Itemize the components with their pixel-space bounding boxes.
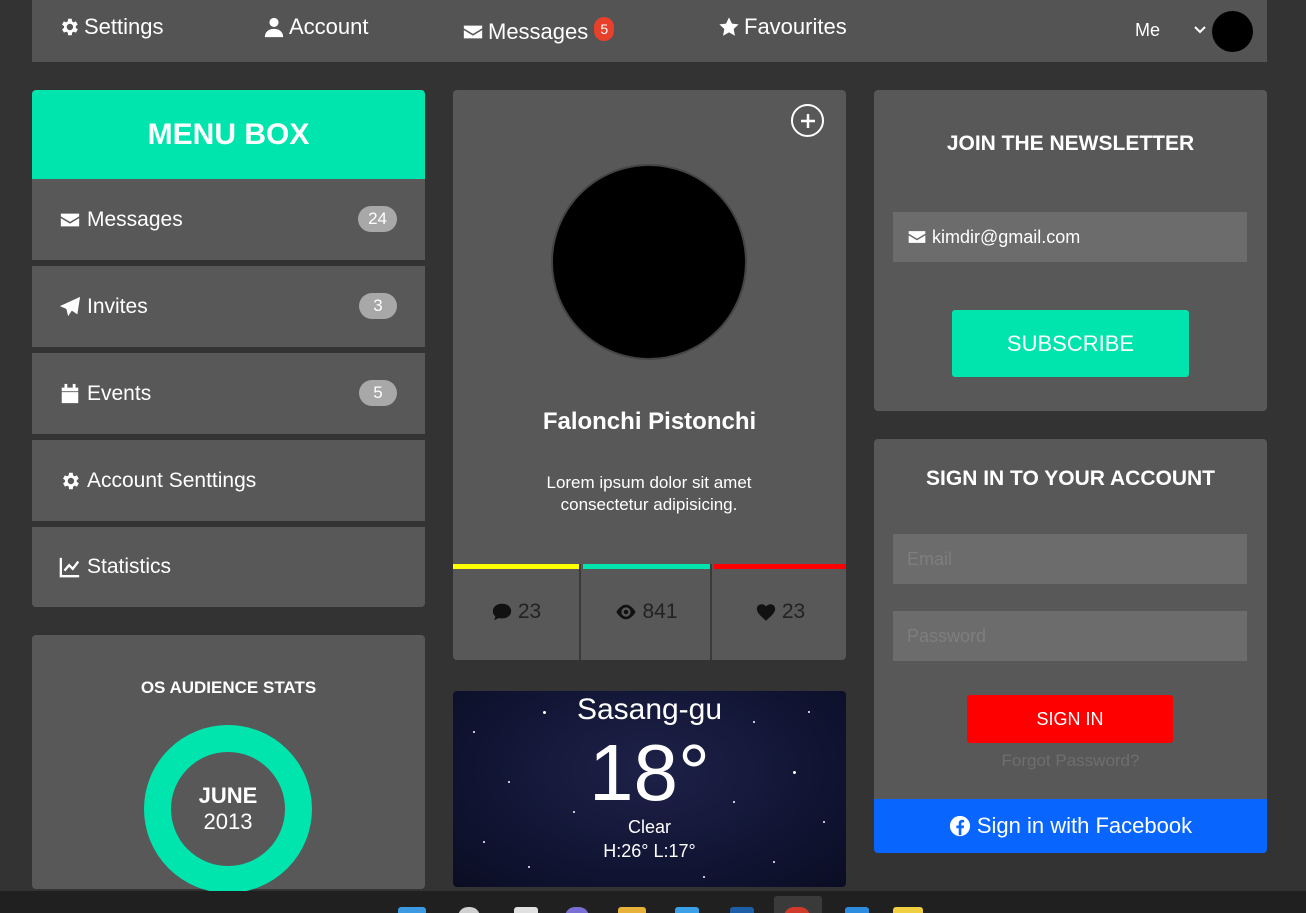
vscode-icon[interactable] xyxy=(845,907,869,913)
calendar-icon xyxy=(61,383,79,403)
store-icon[interactable] xyxy=(675,907,699,913)
profile-bio: Lorem ipsum dolor sit amet consectetur a… xyxy=(546,473,752,514)
start-icon[interactable] xyxy=(398,907,426,913)
nav-messages[interactable]: Messages 5 xyxy=(462,17,615,45)
sign-in-button[interactable]: SIGN IN xyxy=(967,695,1173,743)
eye-icon xyxy=(616,604,637,620)
app-icon[interactable] xyxy=(730,907,754,913)
sign-in-title: SIGN IN TO YOUR ACCOUNT xyxy=(926,467,1215,490)
nav-settings[interactable]: Settings xyxy=(58,14,164,40)
messages-badge: 5 xyxy=(594,17,615,41)
comments-stat[interactable]: 23 xyxy=(453,564,581,660)
top-nav: Settings Account Messages 5 Favourites M… xyxy=(32,0,1267,62)
facebook-sign-in-button[interactable]: Sign in with Facebook xyxy=(874,799,1267,853)
donut-chart: JUNE 2013 xyxy=(144,725,312,893)
likes-stat[interactable]: 23 xyxy=(714,564,846,660)
menu-item-events[interactable]: Events 5 xyxy=(32,353,425,434)
search-icon[interactable] xyxy=(458,907,480,913)
gear-icon xyxy=(62,18,78,36)
stats-title: OS AUDIENCE STATS xyxy=(140,678,317,697)
chat-icon[interactable] xyxy=(565,907,589,913)
nav-account-label: Account xyxy=(289,14,369,39)
nav-account[interactable]: Account xyxy=(263,14,369,40)
yellow-bar xyxy=(453,564,579,569)
os-taskbar xyxy=(0,891,1306,913)
sign-in-card: SIGN IN TO YOUR ACCOUNT SIGN IN Forgot P… xyxy=(874,439,1267,853)
facebook-sign-in-label: Sign in with Facebook xyxy=(976,813,1193,838)
menu-item-messages[interactable]: Messages 24 xyxy=(32,179,425,260)
comment-icon xyxy=(492,603,511,621)
weather-temperature: 18° xyxy=(589,728,710,817)
newsletter-email-value: kimdir@gmail.com xyxy=(932,226,1081,247)
forgot-password-link[interactable]: Forgot Password? xyxy=(874,751,1267,771)
count-badge: 5 xyxy=(359,380,397,406)
gear-icon xyxy=(63,472,79,489)
user-menu-label[interactable]: Me xyxy=(1135,20,1160,41)
likes-count: 23 xyxy=(781,600,806,623)
menu-item-label: Account Senttings xyxy=(87,468,257,492)
menu-box-title: MENU BOX xyxy=(32,90,425,179)
red-bar xyxy=(714,564,846,569)
nav-favourites-label: Favourites xyxy=(744,14,847,39)
newsletter-card: JOIN THE NEWSLETTER kimdir@gmail.com SUB… xyxy=(874,90,1267,411)
taskview-icon[interactable] xyxy=(514,907,538,913)
line-chart-icon xyxy=(59,557,80,578)
plus-icon xyxy=(800,113,815,128)
donut-month: JUNE xyxy=(198,783,258,808)
profile-avatar xyxy=(551,164,747,360)
password-input[interactable] xyxy=(893,611,1247,661)
menu-item-statistics[interactable]: Statistics xyxy=(32,527,425,607)
star-icon xyxy=(719,17,739,36)
count-badge: 3 xyxy=(359,293,397,319)
star-dot xyxy=(528,866,530,868)
subscribe-button[interactable]: SUBSCRIBE xyxy=(952,310,1189,377)
count-badge: 24 xyxy=(358,206,397,232)
menu-item-account-settings[interactable]: Account Senttings xyxy=(32,440,425,521)
nav-settings-label: Settings xyxy=(84,14,164,39)
folder-icon[interactable] xyxy=(618,907,646,913)
views-count: 841 xyxy=(642,600,678,623)
weather-widget: Sasang-gu 18° Clear H:26° L:17° xyxy=(453,691,846,887)
menu-item-label: Invites xyxy=(87,294,148,318)
nav-messages-label: Messages xyxy=(488,19,589,44)
envelope-icon xyxy=(60,213,80,226)
star-dot xyxy=(703,876,705,878)
chevron-down-icon[interactable] xyxy=(1192,22,1208,38)
newsletter-title: JOIN THE NEWSLETTER xyxy=(946,132,1195,155)
facebook-icon xyxy=(949,815,970,837)
menu-item-label: Statistics xyxy=(87,555,172,578)
menu-item-invites[interactable]: Invites 3 xyxy=(32,266,425,347)
nav-favourites[interactable]: Favourites xyxy=(718,14,847,40)
views-stat[interactable]: 841 xyxy=(583,564,712,660)
menu-item-label: Events xyxy=(87,381,152,405)
profile-card: Falonchi Pistonchi Lorem ipsum dolor sit… xyxy=(453,90,846,660)
donut-year: 2013 xyxy=(203,809,253,834)
newsletter-email-field[interactable]: kimdir@gmail.com xyxy=(893,212,1247,262)
user-icon xyxy=(264,17,284,38)
heart-icon xyxy=(756,604,775,621)
weather-high-low: H:26° L:17° xyxy=(603,841,696,861)
username-input[interactable] xyxy=(893,534,1247,584)
weather-city: Sasang-gu xyxy=(576,693,723,726)
comments-count: 23 xyxy=(517,600,542,623)
weather-condition: Clear xyxy=(627,817,671,837)
os-audience-stats-card: OS AUDIENCE STATS JUNE 2013 xyxy=(32,635,425,893)
profile-name: Falonchi Pistonchi xyxy=(542,408,757,435)
envelope-icon xyxy=(463,25,483,39)
avatar[interactable] xyxy=(1212,11,1253,52)
green-bar xyxy=(583,564,710,569)
menu-item-label: Messages xyxy=(87,207,183,231)
add-button[interactable] xyxy=(791,104,824,137)
powerbi-icon[interactable] xyxy=(893,907,923,913)
envelope-icon xyxy=(908,231,926,243)
paper-plane-icon xyxy=(59,296,81,316)
